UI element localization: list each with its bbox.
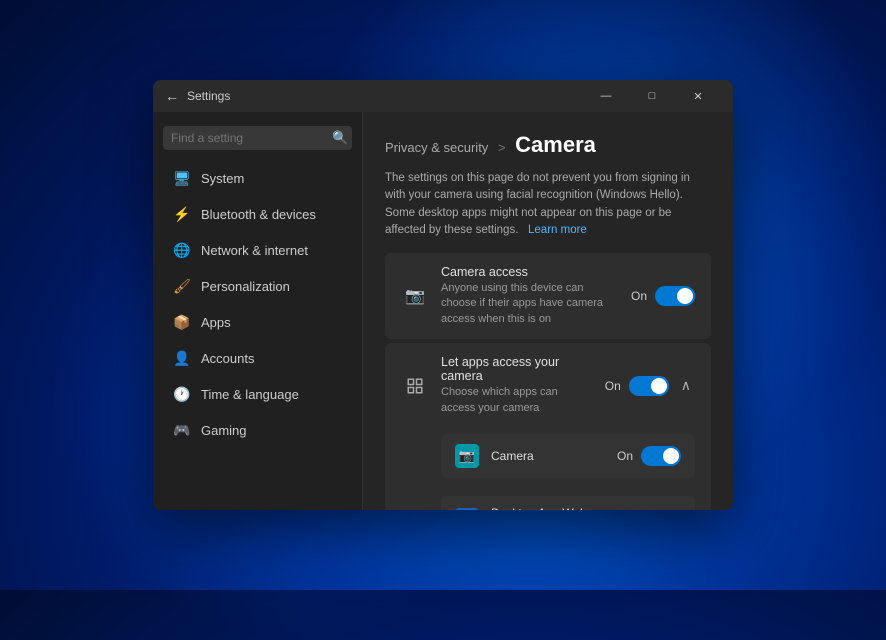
sidebar-item-time-label: Time & language (201, 387, 299, 402)
breadcrumb: Privacy & security > Camera (385, 132, 711, 158)
sidebar-item-apps-label: Apps (201, 315, 231, 330)
sidebar-item-gaming[interactable]: 🎮 Gaming (159, 413, 356, 447)
sidebar: 🔍 🖥 System ⚡ Bluetooth & devices 🌐 Netwo… (153, 112, 363, 510)
camera-access-title: Camera access (441, 265, 619, 279)
search-box[interactable]: 🔍 (163, 126, 352, 150)
camera-access-control: On (631, 286, 695, 306)
sidebar-item-bluetooth-label: Bluetooth & devices (201, 207, 316, 222)
camera-access-value: On (631, 289, 647, 303)
let-apps-toggle[interactable] (629, 376, 669, 396)
camera-access-info: Camera access Anyone using this device c… (441, 265, 619, 327)
sidebar-item-personalization-label: Personalization (201, 279, 290, 294)
camera-app-card: 📷 Camera On (441, 434, 695, 478)
let-apps-access-card: Let apps access your camera Choose which… (385, 343, 711, 510)
accounts-icon: 👤 (173, 349, 191, 367)
sidebar-item-time[interactable]: 🕐 Time & language (159, 377, 356, 411)
let-apps-info: Let apps access your camera Choose which… (441, 355, 593, 416)
camera-access-icon: 📷 (401, 282, 429, 310)
expand-button[interactable]: ∧ (677, 375, 695, 396)
minimize-button[interactable]: — (583, 80, 629, 112)
let-apps-desc: Choose which apps can access your camera (441, 385, 593, 416)
titlebar: ← Settings — □ ✕ (153, 80, 733, 112)
breadcrumb-parent[interactable]: Privacy & security (385, 140, 488, 155)
camera-app-label: Camera (491, 449, 605, 463)
camera-access-desc: Anyone using this device can choose if t… (441, 281, 619, 327)
desktop-app-label: Desktop App Web Viewer (491, 506, 605, 510)
apps-icon: 📦 (173, 313, 191, 331)
sidebar-item-system-label: System (201, 171, 244, 186)
page-title-row: Privacy & security > Camera (385, 132, 711, 158)
camera-app-icon: 📷 (455, 444, 479, 468)
search-icon: 🔍 (332, 130, 348, 146)
camera-app-toggle[interactable] (641, 446, 681, 466)
let-apps-title: Let apps access your camera (441, 355, 593, 383)
camera-access-toggle[interactable] (655, 286, 695, 306)
back-button[interactable]: ← (165, 88, 179, 104)
sidebar-item-accounts-label: Accounts (201, 351, 254, 366)
camera-app-control: On (617, 446, 681, 466)
sidebar-item-apps[interactable]: 📦 Apps (159, 305, 356, 339)
sidebar-item-network-label: Network & internet (201, 243, 308, 258)
desktop-app-icon: 🔲 (455, 508, 479, 510)
personalization-icon: 🖌 (173, 277, 191, 295)
let-apps-control: On ∧ (605, 375, 695, 396)
let-apps-value: On (605, 379, 621, 393)
learn-more-link[interactable]: Learn more (528, 224, 587, 236)
camera-access-card: 📷 Camera access Anyone using this device… (385, 253, 711, 339)
main-content: Privacy & security > Camera The settings… (363, 112, 733, 510)
sidebar-item-network[interactable]: 🌐 Network & internet (159, 233, 356, 267)
system-icon: 🖥 (173, 169, 191, 187)
network-icon: 🌐 (173, 241, 191, 259)
time-icon: 🕐 (173, 385, 191, 403)
breadcrumb-current: Camera (515, 132, 596, 157)
sidebar-item-personalization[interactable]: 🖌 Personalization (159, 269, 356, 303)
search-input[interactable] (171, 131, 326, 145)
close-button[interactable]: ✕ (675, 80, 721, 112)
window-body: 🔍 🖥 System ⚡ Bluetooth & devices 🌐 Netwo… (153, 112, 733, 510)
let-apps-icon (401, 372, 429, 400)
camera-app-value: On (617, 449, 633, 463)
breadcrumb-separator: > (498, 140, 506, 155)
sidebar-item-accounts[interactable]: 👤 Accounts (159, 341, 356, 375)
sidebar-item-system[interactable]: 🖥 System (159, 161, 356, 195)
sidebar-item-bluetooth[interactable]: ⚡ Bluetooth & devices (159, 197, 356, 231)
maximize-button[interactable]: □ (629, 80, 675, 112)
desktop-app-card: 🔲 Desktop App Web Viewer Off (441, 496, 695, 510)
window-controls: — □ ✕ (583, 80, 721, 112)
bluetooth-icon: ⚡ (173, 205, 191, 223)
settings-window: ← Settings — □ ✕ 🔍 🖥 System ⚡ Bluetooth … (153, 80, 733, 510)
description-text: The settings on this page do not prevent… (385, 170, 711, 239)
gaming-icon: 🎮 (173, 421, 191, 439)
window-title: Settings (187, 89, 583, 103)
sidebar-item-gaming-label: Gaming (201, 423, 247, 438)
